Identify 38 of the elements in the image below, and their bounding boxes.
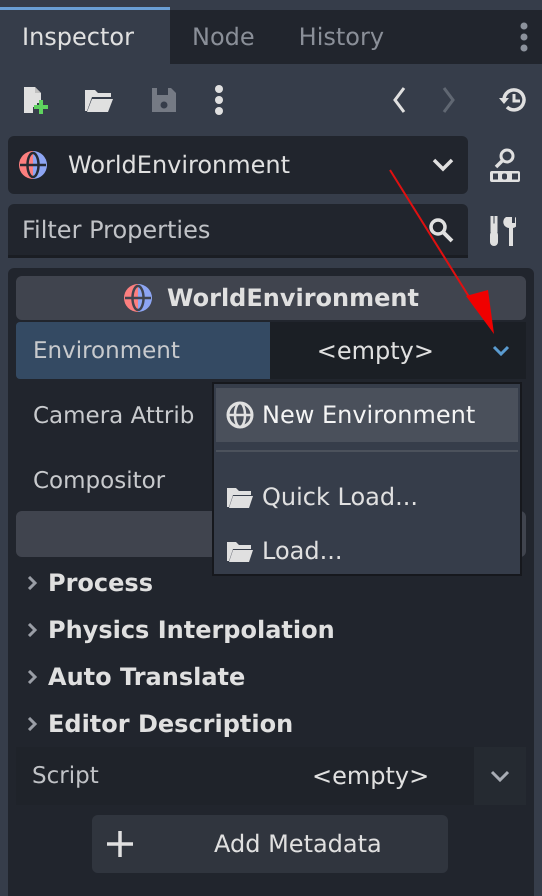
resource-picker[interactable]: <empty> — [270, 322, 526, 379]
section-header[interactable]: Auto Translate — [16, 653, 526, 700]
property-label: Environment — [16, 322, 270, 379]
plus-icon — [106, 830, 134, 858]
menu-item[interactable]: New Environment — [216, 388, 518, 442]
tools-icon[interactable] — [488, 215, 516, 247]
chevron-down-icon — [432, 158, 454, 172]
section-header[interactable]: Editor Description — [16, 700, 526, 747]
section-header[interactable]: Physics Interpolation — [16, 606, 526, 653]
script-picker[interactable]: <empty> — [312, 762, 474, 790]
property-label: Camera Attrib — [32, 402, 194, 430]
property-label: Script — [31, 763, 100, 789]
filter-box[interactable]: Filter Properties — [8, 204, 468, 258]
doc-search-icon[interactable] — [488, 147, 522, 183]
folder-icon — [226, 485, 254, 509]
node-title: WorldEnvironment — [167, 284, 419, 312]
filter-field[interactable]: Filter Properties — [20, 214, 428, 244]
folder-icon — [226, 539, 254, 563]
tab[interactable]: Node — [170, 10, 277, 64]
add-metadata-button[interactable]: Add Metadata — [92, 815, 448, 873]
object-selector[interactable]: WorldEnvironment — [8, 136, 468, 194]
globe-icon — [18, 150, 48, 180]
tab[interactable]: History — [276, 10, 406, 64]
more-icon[interactable] — [214, 82, 224, 118]
search-icon — [428, 216, 454, 242]
dropdown-button[interactable] — [474, 747, 526, 805]
globe-icon — [123, 283, 154, 313]
chevron-down-icon — [492, 345, 510, 356]
menu-item[interactable]: Quick Load... — [216, 470, 518, 524]
chevron-right-icon — [26, 716, 38, 730]
chevron-right-icon — [26, 576, 38, 590]
tab[interactable]: Inspector — [0, 7, 170, 64]
chevron-down-icon — [490, 770, 510, 782]
menu-icon[interactable] — [520, 22, 528, 52]
chevron-right-icon — [26, 670, 38, 684]
property-label: Compositor — [32, 466, 166, 496]
chevron-right-icon — [26, 622, 38, 636]
globe-icon — [226, 401, 254, 429]
